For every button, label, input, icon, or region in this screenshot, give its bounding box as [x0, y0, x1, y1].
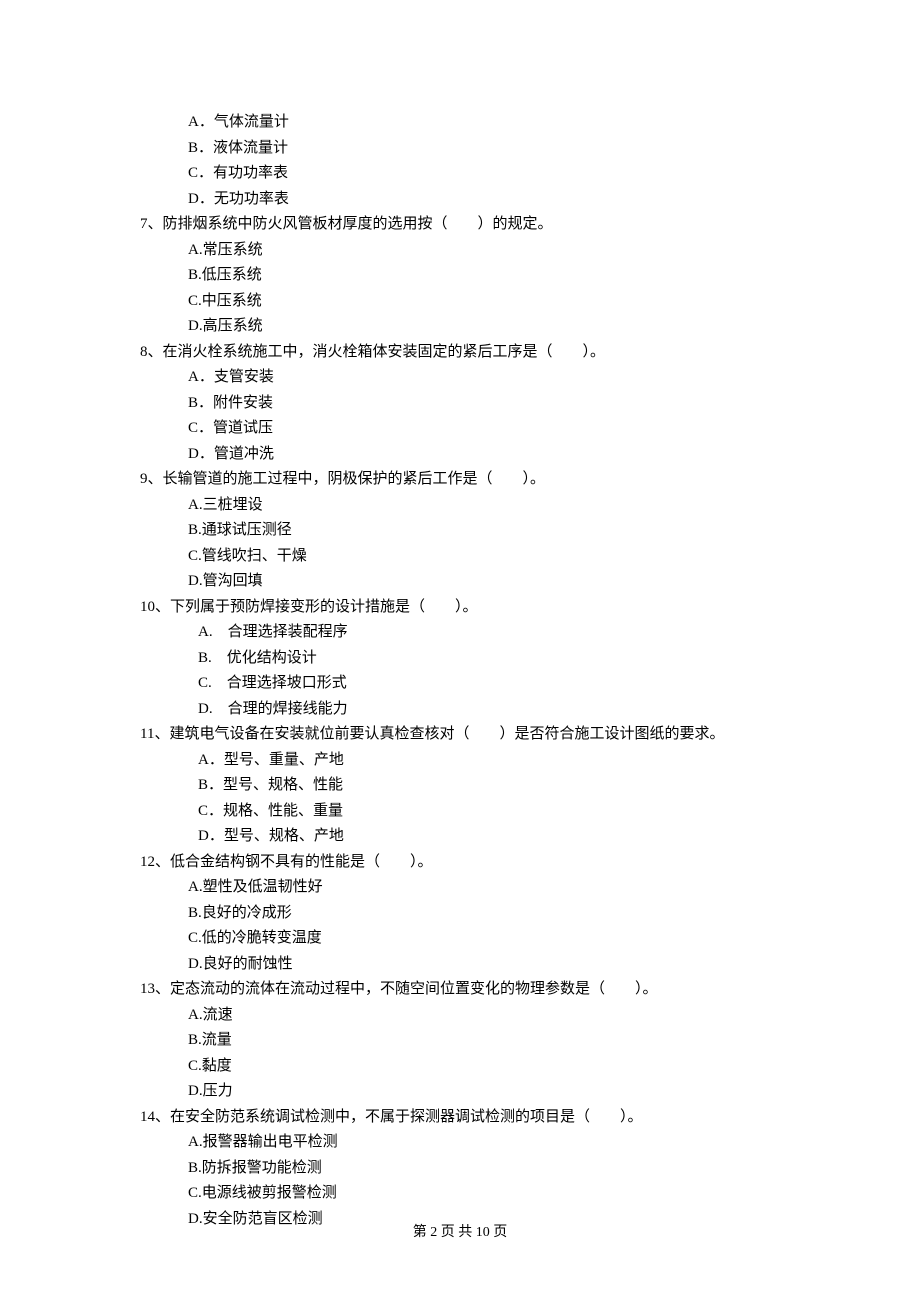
option: C．管道试压	[188, 416, 780, 442]
question-14: 14、在安全防范系统调试检测中，不属于探测器调试检测的项目是（ ）。 A.报警器…	[140, 1105, 780, 1233]
question-12: 12、低合金结构钢不具有的性能是（ ）。 A.塑性及低温韧性好 B.良好的冷成形…	[140, 850, 780, 978]
option: D．管道冲洗	[188, 442, 780, 468]
question-9: 9、长输管道的施工过程中，阴极保护的紧后工作是（ ）。 A.三桩埋设 B.通球试…	[140, 467, 780, 595]
option: A．型号、重量、产地	[198, 748, 780, 774]
question-8: 8、在消火栓系统施工中，消火栓箱体安装固定的紧后工序是（ ）。 A．支管安装 B…	[140, 340, 780, 468]
option: A.塑性及低温韧性好	[188, 875, 780, 901]
option: C.管线吹扫、干燥	[188, 544, 780, 570]
option: A.三桩埋设	[188, 493, 780, 519]
question-stem: 14、在安全防范系统调试检测中，不属于探测器调试检测的项目是（ ）。	[140, 1105, 780, 1131]
option: D. 合理的焊接线能力	[198, 697, 780, 723]
option: C.低的冷脆转变温度	[188, 926, 780, 952]
options: A．支管安装 B．附件安装 C．管道试压 D．管道冲洗	[140, 365, 780, 467]
option: C.黏度	[188, 1054, 780, 1080]
option: B．附件安装	[188, 391, 780, 417]
question-stem: 12、低合金结构钢不具有的性能是（ ）。	[140, 850, 780, 876]
question-11: 11、建筑电气设备在安装就位前要认真检查核对（ ）是否符合施工设计图纸的要求。 …	[140, 722, 780, 850]
option: B.防拆报警功能检测	[188, 1156, 780, 1182]
question-stem: 9、长输管道的施工过程中，阴极保护的紧后工作是（ ）。	[140, 467, 780, 493]
option: D.压力	[188, 1079, 780, 1105]
question-stem: 7、防排烟系统中防火风管板材厚度的选用按（ ）的规定。	[140, 212, 780, 238]
option: D.高压系统	[188, 314, 780, 340]
question-7: 7、防排烟系统中防火风管板材厚度的选用按（ ）的规定。 A.常压系统 B.低压系…	[140, 212, 780, 340]
option: C．有功功率表	[188, 161, 780, 187]
question-stem: 13、定态流动的流体在流动过程中，不随空间位置变化的物理参数是（ ）。	[140, 977, 780, 1003]
option: B．液体流量计	[188, 136, 780, 162]
question-13: 13、定态流动的流体在流动过程中，不随空间位置变化的物理参数是（ ）。 A.流速…	[140, 977, 780, 1105]
option: A. 合理选择装配程序	[198, 620, 780, 646]
option: D.良好的耐蚀性	[188, 952, 780, 978]
options: A．型号、重量、产地 B．型号、规格、性能 C．规格、性能、重量 D．型号、规格…	[140, 748, 780, 850]
option: C．规格、性能、重量	[198, 799, 780, 825]
option: C.中压系统	[188, 289, 780, 315]
option: B．型号、规格、性能	[198, 773, 780, 799]
options: A.报警器输出电平检测 B.防拆报警功能检测 C.电源线被剪报警检测 D.安全防…	[140, 1130, 780, 1232]
option: C. 合理选择坡口形式	[198, 671, 780, 697]
options: A.塑性及低温韧性好 B.良好的冷成形 C.低的冷脆转变温度 D.良好的耐蚀性	[140, 875, 780, 977]
option: A．气体流量计	[188, 110, 780, 136]
options: A.三桩埋设 B.通球试压测径 C.管线吹扫、干燥 D.管沟回填	[140, 493, 780, 595]
option: A.常压系统	[188, 238, 780, 264]
option: B.通球试压测径	[188, 518, 780, 544]
option: C.电源线被剪报警检测	[188, 1181, 780, 1207]
option: A.流速	[188, 1003, 780, 1029]
question-10: 10、下列属于预防焊接变形的设计措施是（ ）。 A. 合理选择装配程序 B. 优…	[140, 595, 780, 723]
continued-options-block: A．气体流量计 B．液体流量计 C．有功功率表 D．无功功率表	[140, 110, 780, 212]
option: B.良好的冷成形	[188, 901, 780, 927]
option: D．型号、规格、产地	[198, 824, 780, 850]
question-stem: 8、在消火栓系统施工中，消火栓箱体安装固定的紧后工序是（ ）。	[140, 340, 780, 366]
option: B. 优化结构设计	[198, 646, 780, 672]
page-content: A．气体流量计 B．液体流量计 C．有功功率表 D．无功功率表 7、防排烟系统中…	[0, 0, 920, 1232]
question-stem: 11、建筑电气设备在安装就位前要认真检查核对（ ）是否符合施工设计图纸的要求。	[140, 722, 780, 748]
options: A.常压系统 B.低压系统 C.中压系统 D.高压系统	[140, 238, 780, 340]
option: D.管沟回填	[188, 569, 780, 595]
option: D．无功功率表	[188, 187, 780, 213]
option: B.低压系统	[188, 263, 780, 289]
options: A.流速 B.流量 C.黏度 D.压力	[140, 1003, 780, 1105]
option: B.流量	[188, 1028, 780, 1054]
option: A.报警器输出电平检测	[188, 1130, 780, 1156]
options: A. 合理选择装配程序 B. 优化结构设计 C. 合理选择坡口形式 D. 合理的…	[140, 620, 780, 722]
option: A．支管安装	[188, 365, 780, 391]
question-stem: 10、下列属于预防焊接变形的设计措施是（ ）。	[140, 595, 780, 621]
page-footer: 第 2 页 共 10 页	[0, 1221, 920, 1245]
